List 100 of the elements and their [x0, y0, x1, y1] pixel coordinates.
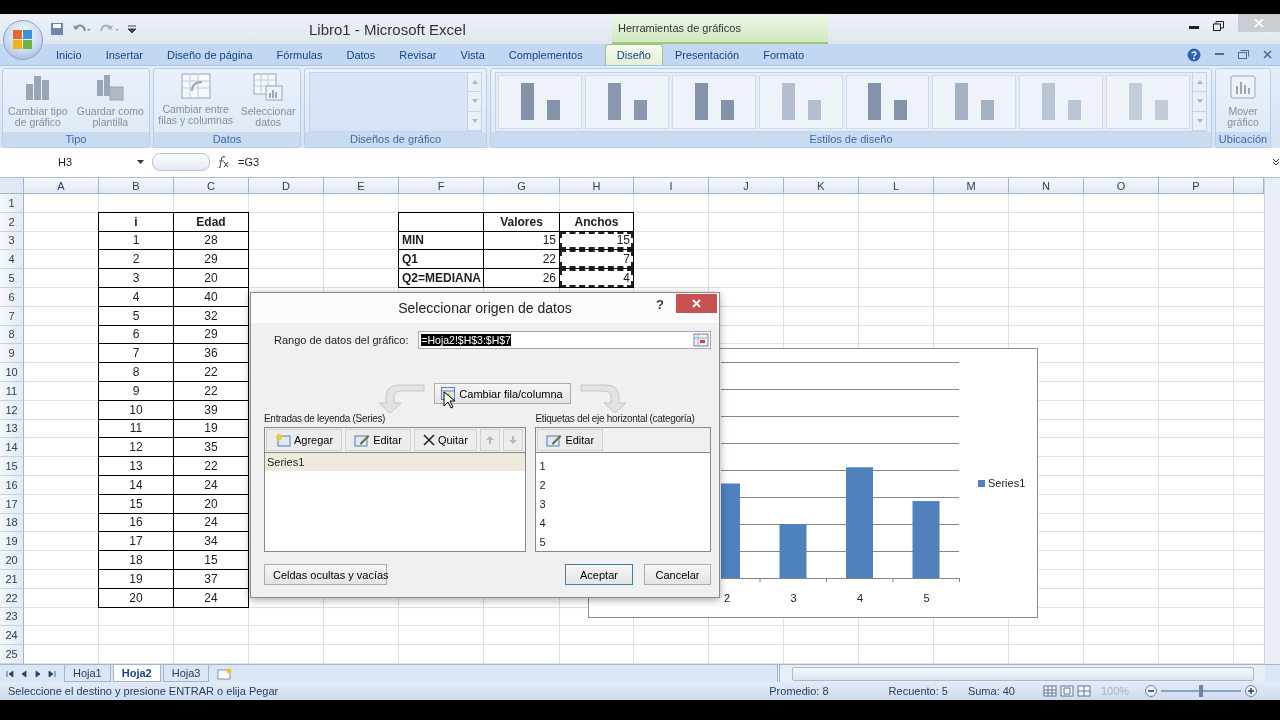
row-header[interactable]: 10 — [0, 363, 24, 382]
view-button[interactable] — [1043, 685, 1057, 697]
customize-icon — [128, 25, 136, 33]
column-header[interactable]: H — [560, 178, 634, 194]
toolbar-button[interactable]: Editar — [537, 429, 604, 451]
zoom-out-button[interactable] — [1145, 685, 1158, 697]
ribbon-tab[interactable]: Vista — [448, 44, 497, 65]
column-header[interactable]: O — [1084, 178, 1159, 194]
layout-gallery[interactable] — [309, 72, 482, 132]
status-message: Seleccione el destino y presione ENTRAR o elija Pegar — [8, 685, 279, 697]
ribbon-tab[interactable]: Presentación — [663, 44, 752, 65]
row-header[interactable]: 5 — [0, 269, 24, 288]
zoom-thumb[interactable] — [1199, 685, 1204, 697]
column-header[interactable]: G — [484, 178, 560, 194]
chart-style-option[interactable] — [1106, 75, 1190, 129]
column-header[interactable]: L — [859, 178, 934, 194]
series-item[interactable]: Series1 — [265, 453, 526, 471]
group-label: Datos — [154, 132, 300, 147]
save-chart-icon — [95, 72, 126, 102]
table-cell: Q2=MEDIANA — [398, 268, 484, 288]
chart-style-option[interactable] — [845, 75, 930, 129]
row-header[interactable]: 20 — [0, 551, 24, 570]
ribbon-tab[interactable]: Datos — [334, 44, 388, 65]
zoom-slider[interactable] — [1161, 685, 1242, 697]
scroll-thumb[interactable] — [792, 666, 1254, 681]
move-chart-icon — [1228, 72, 1258, 102]
status-stat: Promedio: 8 — [769, 685, 829, 697]
close-icon — [1263, 50, 1272, 59]
restore-button[interactable] — [1213, 21, 1224, 31]
view-button[interactable] — [1060, 685, 1074, 697]
cancel-button[interactable]: Cancelar — [644, 564, 711, 585]
first-sheet-icon — [6, 669, 14, 678]
table-cell: 20 — [98, 587, 174, 608]
chart-style-option[interactable] — [932, 75, 1017, 129]
down-arrow-icon — [507, 435, 518, 445]
ribbon-tab[interactable]: Formato — [751, 44, 817, 65]
vertical-scrollbar[interactable] — [1264, 178, 1280, 664]
column-header[interactable]: M — [934, 178, 1009, 194]
row-header[interactable]: 4 — [0, 250, 24, 270]
sheet-tab[interactable]: Hoja2 — [112, 665, 161, 682]
column-header[interactable]: D — [249, 178, 324, 194]
column-header[interactable]: P — [1159, 178, 1234, 194]
column-header[interactable]: K — [784, 178, 859, 194]
switch-row-column-button[interactable]: Cambiar fila/columna — [434, 383, 571, 404]
column-header[interactable]: C — [174, 178, 249, 194]
axis-label: 2 — [722, 592, 732, 604]
chart-style-option[interactable] — [498, 75, 582, 129]
ribbon-tab[interactable]: Revisar — [387, 44, 449, 65]
chart-style-option[interactable] — [584, 75, 669, 129]
ribbon-tab[interactable]: Diseño de página — [155, 44, 265, 65]
page-break-icon — [1077, 685, 1091, 697]
zoom-in-button[interactable] — [1245, 685, 1258, 697]
pointer-icon — [443, 391, 455, 409]
sheet-tab[interactable]: Hoja3 — [162, 665, 210, 682]
toolbar-button[interactable]: Quitar — [413, 429, 477, 451]
previous-icon — [20, 669, 28, 678]
window-title: Libro1 - Microsoft Excel — [308, 19, 467, 40]
column-header[interactable]: E — [324, 178, 399, 194]
view-button[interactable] — [1077, 685, 1091, 697]
toolbar-button[interactable]: Editar — [345, 429, 411, 451]
horizontal-scrollbar[interactable] — [777, 665, 1265, 682]
select-all-corner[interactable] — [0, 178, 24, 194]
column-header[interactable]: N — [1009, 178, 1084, 194]
close-button[interactable] — [676, 294, 717, 313]
expand-pill[interactable] — [152, 152, 210, 171]
range-field[interactable]: =Hoja2!$H$3:$H$7 — [418, 331, 711, 349]
row-header[interactable]: 14 — [0, 438, 24, 458]
minimize-button[interactable] — [1189, 26, 1199, 29]
chart-style-option[interactable] — [758, 75, 843, 129]
sheet-tab[interactable]: Hoja1 — [64, 665, 111, 682]
ribbon-tab[interactable]: Complementos — [496, 44, 595, 65]
column-header[interactable]: J — [709, 178, 784, 194]
restore-icon — [1213, 21, 1224, 31]
ribbon-tab[interactable]: Inicio — [44, 44, 94, 65]
column-header[interactable] — [1234, 178, 1264, 194]
chart-style-option[interactable] — [671, 75, 756, 129]
column-header[interactable]: A — [24, 178, 99, 194]
row-header[interactable]: 25 — [0, 645, 24, 664]
normal-view-icon — [1043, 685, 1057, 697]
edit-icon — [354, 433, 371, 447]
help-button[interactable]: ? — [656, 294, 664, 312]
row-header[interactable]: 15 — [0, 457, 24, 476]
office-logo-icon — [11, 28, 35, 52]
ok-button[interactable]: Aceptar — [565, 564, 633, 585]
legend-label: Series1 — [988, 477, 1026, 489]
row-header[interactable]: 1 — [0, 194, 24, 213]
column-header[interactable]: I — [634, 178, 709, 194]
chart-style-option[interactable] — [1019, 75, 1104, 129]
column-header[interactable]: F — [399, 178, 484, 194]
row-header[interactable]: 24 — [0, 626, 24, 646]
context-label: Herramientas de gráficos — [612, 14, 828, 44]
ribbon-tab[interactable]: Insertar — [93, 44, 155, 65]
table-cell: i — [98, 211, 174, 232]
toolbar-button[interactable]: Agregar — [266, 429, 343, 451]
row-header[interactable]: 19 — [0, 532, 24, 552]
column-header[interactable]: B — [99, 178, 174, 194]
row-header[interactable]: 9 — [0, 344, 24, 364]
hidden-cells-button[interactable]: Celdas ocultas y vacías — [264, 564, 387, 585]
ribbon-tab[interactable]: Diseño — [604, 44, 663, 65]
ribbon-tab[interactable]: Fórmulas — [264, 44, 335, 65]
